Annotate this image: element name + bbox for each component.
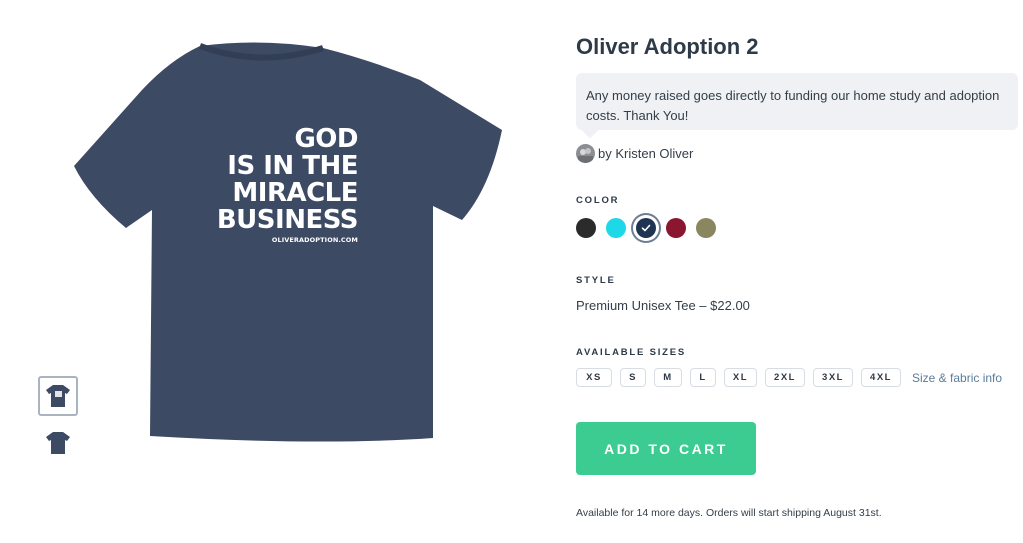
thumbnail-front[interactable] bbox=[38, 376, 78, 416]
product-title: Oliver Adoption 2 bbox=[576, 34, 759, 59]
check-icon bbox=[641, 224, 651, 232]
color-swatch-cyan[interactable] bbox=[606, 218, 626, 238]
size-button-s[interactable]: S bbox=[620, 368, 646, 387]
product-description: Any money raised goes directly to fundin… bbox=[576, 73, 1018, 130]
avatar bbox=[576, 144, 595, 163]
tshirt-front-icon bbox=[46, 385, 70, 407]
author-name[interactable]: by Kristen Oliver bbox=[598, 146, 693, 161]
color-swatch-black[interactable] bbox=[576, 218, 596, 238]
color-swatch-maroon[interactable] bbox=[666, 218, 686, 238]
shipping-note: Available for 14 more days. Orders will … bbox=[576, 507, 882, 519]
tshirt-back-icon bbox=[46, 432, 70, 454]
size-button-xs[interactable]: XS bbox=[576, 368, 612, 387]
size-button-m[interactable]: M bbox=[654, 368, 682, 387]
size-button-4xl[interactable]: 4XL bbox=[861, 368, 901, 387]
shirt-print-site: OLIVERADOPTION.COM bbox=[271, 236, 358, 244]
size-fabric-info-link[interactable]: Size & fabric info bbox=[912, 371, 1002, 385]
color-swatches bbox=[576, 218, 726, 238]
author-byline[interactable]: by Kristen Oliver bbox=[576, 144, 693, 163]
product-image: GOD IS IN THE MIRACLE BUSINESS OLIVERADO… bbox=[70, 38, 510, 443]
size-button-2xl[interactable]: 2XL bbox=[765, 368, 805, 387]
shirt-print: GOD IS IN THE MIRACLE BUSINESS OLIVERADO… bbox=[216, 124, 359, 245]
size-button-l[interactable]: L bbox=[690, 368, 716, 387]
thumbnail-back[interactable] bbox=[38, 423, 78, 463]
color-label: COLOR bbox=[576, 195, 620, 206]
color-swatch-navy[interactable] bbox=[636, 218, 656, 238]
size-button-3xl[interactable]: 3XL bbox=[813, 368, 853, 387]
style-value[interactable]: Premium Unisex Tee – $22.00 bbox=[576, 298, 750, 313]
color-swatch-olive[interactable] bbox=[696, 218, 716, 238]
size-button-xl[interactable]: XL bbox=[724, 368, 757, 387]
shirt-print-line: GOD bbox=[294, 124, 358, 154]
style-label: STYLE bbox=[576, 275, 616, 286]
shirt-print-line: BUSINESS bbox=[216, 205, 359, 235]
add-to-cart-button[interactable]: ADD TO CART bbox=[576, 422, 756, 475]
shirt-print-line: IS IN THE bbox=[227, 151, 358, 181]
shirt-print-line: MIRACLE bbox=[232, 178, 358, 208]
size-options: XS S M L XL 2XL 3XL 4XL Size & fabric in… bbox=[576, 368, 1002, 387]
sizes-label: AVAILABLE SIZES bbox=[576, 347, 687, 358]
